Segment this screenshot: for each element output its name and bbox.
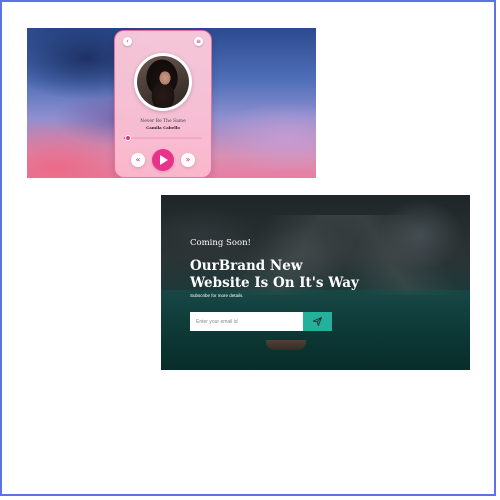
menu-icon[interactable]: ≡ (194, 37, 203, 46)
play-button[interactable] (152, 149, 174, 171)
subscribe-button[interactable] (303, 312, 332, 331)
album-art-image (137, 56, 189, 108)
progress-knob[interactable] (124, 135, 131, 141)
headline-line-2: Website Is On It's Way (190, 275, 359, 291)
next-button[interactable]: » (181, 153, 195, 167)
subscribe-note: Subscribe for more details. (190, 293, 244, 298)
play-icon (160, 155, 168, 165)
progress-slider[interactable] (124, 135, 202, 141)
coming-soon-preview: Coming Soon! OurBrand New Website Is On … (161, 195, 470, 370)
song-title: Never Be The Same (140, 119, 186, 124)
music-player-preview: ‹ ≡ Never Be The Same Camila Cabello « » (27, 28, 316, 178)
music-player-card: ‹ ≡ Never Be The Same Camila Cabello « » (114, 30, 212, 178)
album-art-disc (134, 53, 192, 111)
email-input[interactable] (190, 312, 303, 331)
paper-plane-icon (313, 317, 322, 326)
boat-image (266, 340, 306, 350)
headline: OurBrand New Website Is On It's Way (190, 258, 390, 292)
coming-soon-label: Coming Soon! (190, 238, 251, 248)
previous-button[interactable]: « (131, 153, 145, 167)
back-icon[interactable]: ‹ (123, 37, 132, 46)
headline-line-1: OurBrand New (190, 258, 303, 274)
song-artist: Camila Cabello (146, 125, 180, 130)
